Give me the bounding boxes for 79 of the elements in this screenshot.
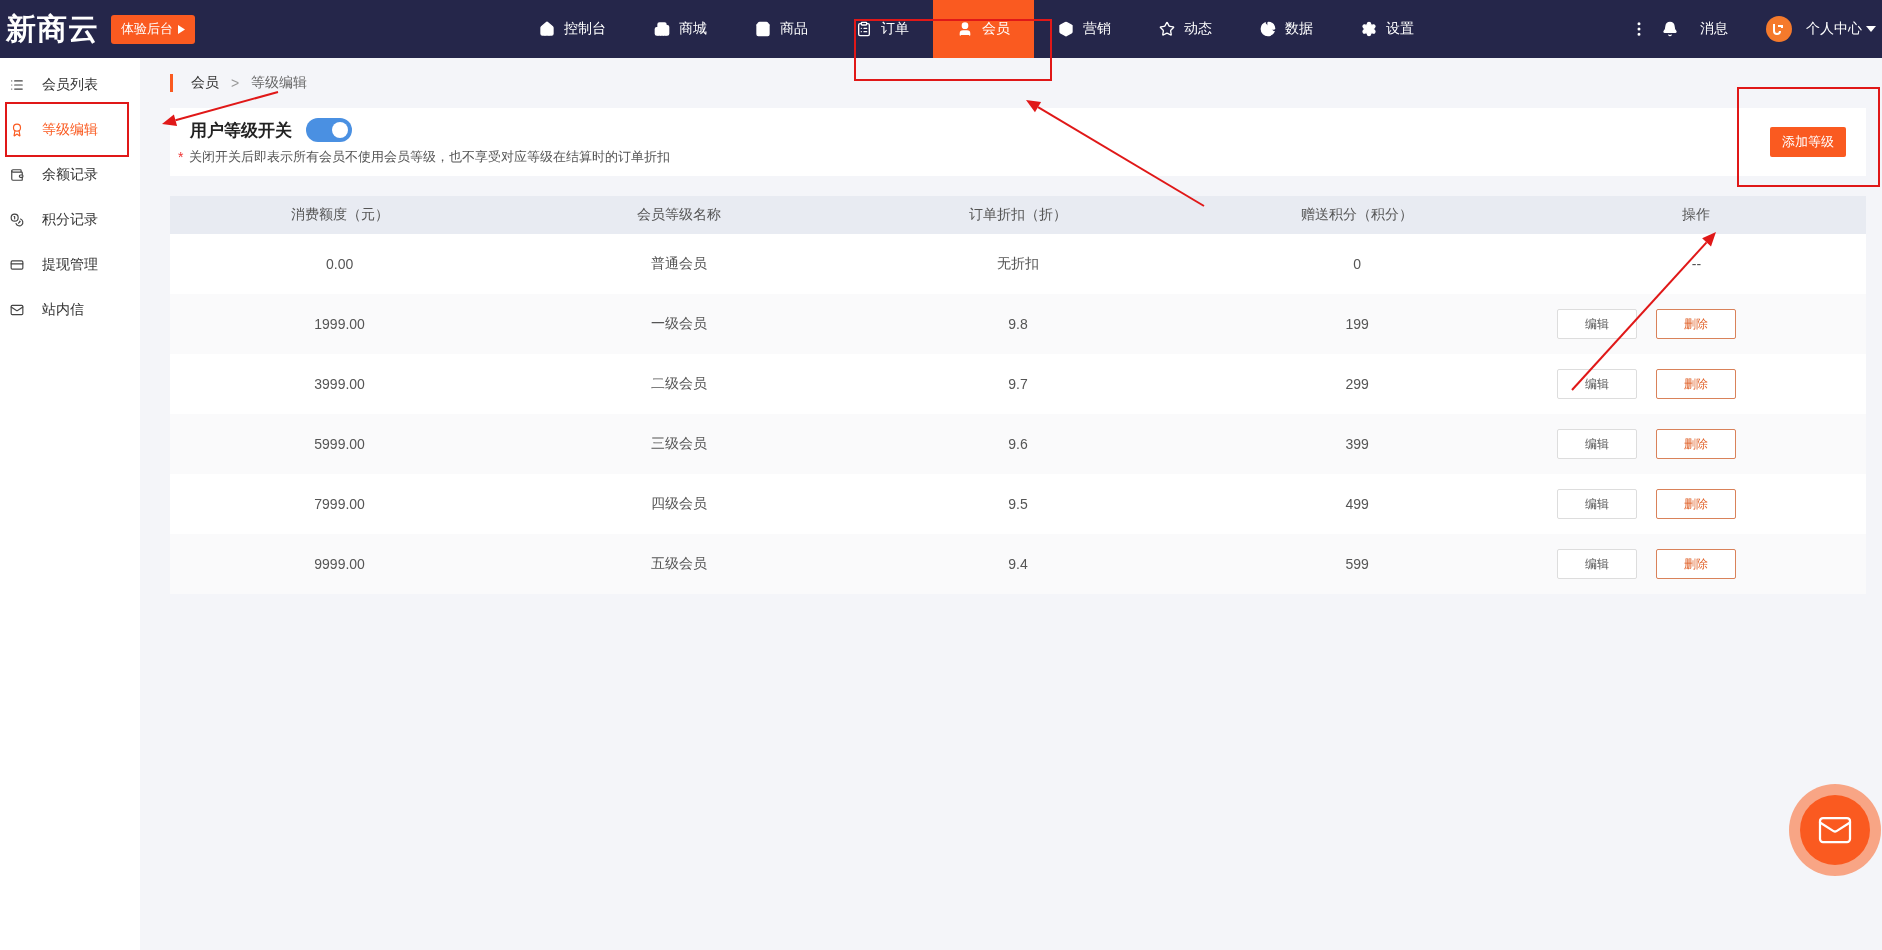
switch-note: 关闭开关后即表示所有会员不使用会员等级，也不享受对应等级在结算时的订单折扣 bbox=[189, 148, 671, 166]
nav-tab[interactable]: 商城 bbox=[630, 0, 731, 58]
table-cell: 无折扣 bbox=[997, 255, 1039, 273]
table-cell: 9.7 bbox=[1008, 376, 1028, 392]
nav-tab[interactable]: 控制台 bbox=[515, 0, 630, 58]
nav-tab[interactable]: 动态 bbox=[1135, 0, 1236, 58]
messages-link[interactable]: 消息 bbox=[1700, 20, 1728, 38]
table-cell: 499 bbox=[1345, 496, 1369, 512]
table-cell: 199 bbox=[1345, 316, 1369, 332]
logo: 新商云 bbox=[5, 9, 100, 48]
table-cell: 普通会员 bbox=[650, 255, 707, 273]
breadcrumb-link[interactable]: 会员 bbox=[191, 74, 219, 92]
table-cell: 399 bbox=[1345, 436, 1369, 452]
edit-button[interactable]: 编辑 bbox=[1556, 549, 1637, 579]
column-header: 订单折扣（折） bbox=[969, 206, 1067, 224]
list-icon bbox=[10, 77, 24, 92]
table-cell: 9.6 bbox=[1008, 436, 1028, 452]
table-cell: 299 bbox=[1345, 376, 1369, 392]
sidebar-item[interactable]: 站内信 bbox=[0, 287, 140, 332]
nav-tab[interactable]: 营销 bbox=[1034, 0, 1135, 58]
table-cell: 5999.00 bbox=[314, 436, 365, 452]
edit-button[interactable]: 编辑 bbox=[1556, 429, 1637, 459]
level-toggle[interactable] bbox=[306, 118, 352, 142]
sidebar-item[interactable]: 提现管理 bbox=[0, 242, 140, 287]
wallet-icon bbox=[10, 257, 24, 272]
sidebar-item[interactable]: 余额记录 bbox=[0, 152, 140, 197]
required-mark: * bbox=[178, 149, 184, 165]
table-cell: 五级会员 bbox=[650, 555, 707, 573]
nav-tab[interactable]: 数据 bbox=[1236, 0, 1337, 58]
caret-icon bbox=[1866, 26, 1876, 32]
breadcrumb-current: 等级编辑 bbox=[251, 74, 308, 92]
star-icon bbox=[1159, 21, 1175, 37]
table-cell: 3999.00 bbox=[314, 376, 365, 392]
clipboard-icon bbox=[856, 21, 872, 37]
table-cell: 1999.00 bbox=[314, 316, 365, 332]
column-header: 消费额度（元） bbox=[290, 206, 389, 224]
breadcrumb-separator: > bbox=[231, 75, 240, 91]
delete-button[interactable]: 删除 bbox=[1655, 429, 1736, 459]
avatar-icon[interactable] bbox=[1766, 16, 1792, 42]
pie-chart-icon bbox=[1260, 21, 1276, 37]
sidebar-item[interactable]: 积分记录 bbox=[0, 197, 140, 242]
delete-button[interactable]: 删除 bbox=[1655, 309, 1736, 339]
coins-icon bbox=[10, 212, 24, 227]
table-cell: 0.00 bbox=[325, 256, 354, 272]
table-cell: 0 bbox=[1353, 256, 1362, 272]
column-header: 赠送积分（积分） bbox=[1301, 206, 1414, 224]
delete-button[interactable]: 删除 bbox=[1655, 489, 1736, 519]
table-cell: 599 bbox=[1345, 556, 1369, 572]
table-cell: 一级会员 bbox=[650, 315, 707, 333]
table-cell: 9999.00 bbox=[314, 556, 365, 572]
money-bag-icon bbox=[10, 167, 24, 182]
table-cell: 9.5 bbox=[1008, 496, 1028, 512]
edit-button[interactable]: 编辑 bbox=[1556, 369, 1637, 399]
profile-menu[interactable]: 个人中心 bbox=[1806, 20, 1862, 38]
bell-icon[interactable] bbox=[1662, 21, 1678, 37]
play-icon bbox=[178, 24, 185, 34]
table-cell: 二级会员 bbox=[650, 375, 707, 393]
table-cell: 三级会员 bbox=[650, 435, 707, 453]
table-cell: 9.8 bbox=[1008, 316, 1028, 332]
column-header: 会员等级名称 bbox=[636, 206, 721, 224]
sidebar-item[interactable]: 会员列表 bbox=[0, 62, 140, 107]
home-icon bbox=[539, 21, 555, 37]
badge-icon bbox=[10, 122, 24, 137]
delete-button[interactable]: 删除 bbox=[1655, 549, 1736, 579]
table-cell: 9.4 bbox=[1008, 556, 1028, 572]
edit-button[interactable]: 编辑 bbox=[1556, 309, 1637, 339]
mail-icon bbox=[10, 302, 24, 317]
delete-button[interactable]: 删除 bbox=[1655, 369, 1736, 399]
table-cell: 7999.00 bbox=[314, 496, 365, 512]
switch-label: 用户等级开关 bbox=[190, 119, 292, 142]
table-cell: 四级会员 bbox=[650, 495, 707, 513]
table-cell: -- bbox=[1691, 256, 1702, 272]
settings-icon bbox=[1361, 21, 1377, 37]
user-icon bbox=[957, 21, 973, 37]
edit-button[interactable]: 编辑 bbox=[1556, 489, 1637, 519]
column-header: 操作 bbox=[1682, 206, 1711, 224]
nav-tab[interactable]: 设置 bbox=[1337, 0, 1438, 58]
nav-tab[interactable]: 订单 bbox=[832, 0, 933, 58]
nav-tab[interactable]: 商品 bbox=[731, 0, 832, 58]
